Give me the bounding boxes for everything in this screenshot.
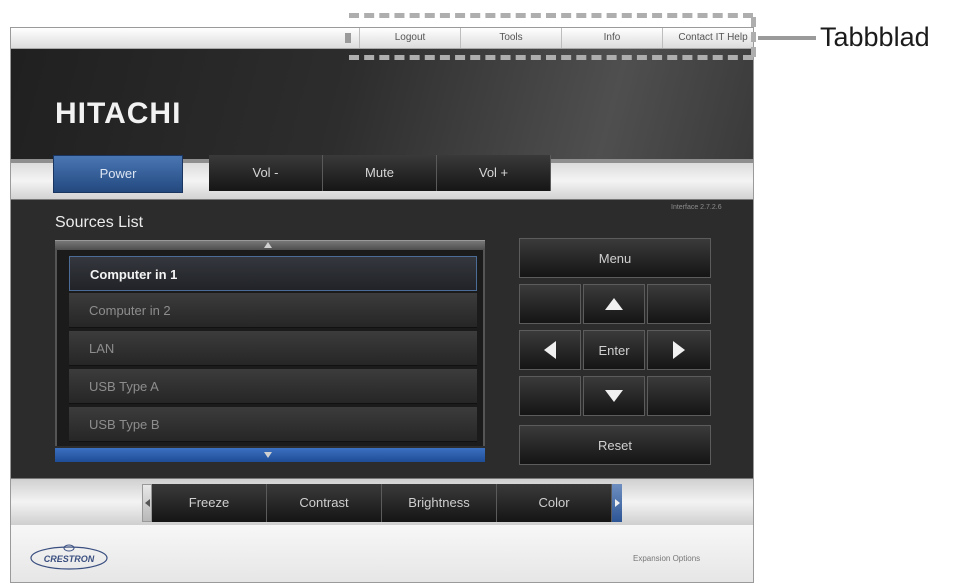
scroll-down-icon xyxy=(264,452,272,458)
enter-button[interactable]: Enter xyxy=(583,330,645,370)
nav-blank-top-right[interactable] xyxy=(647,284,711,324)
crestron-logo-icon: CRESTRON xyxy=(30,544,108,570)
nav-blank-top-left[interactable] xyxy=(519,284,581,324)
arrow-left-icon xyxy=(544,341,556,359)
brightness-button[interactable]: Brightness xyxy=(382,484,497,522)
chevron-right-icon xyxy=(614,499,620,507)
nav-left-button[interactable] xyxy=(519,330,581,370)
mute-button[interactable]: Mute xyxy=(323,155,437,191)
callout-box-top xyxy=(349,13,753,18)
reset-button[interactable]: Reset xyxy=(519,425,711,465)
source-item-lan[interactable]: LAN xyxy=(69,331,477,366)
source-item-computer-in-2[interactable]: Computer in 2 xyxy=(69,293,477,328)
callout-box-right xyxy=(751,17,756,57)
hitachi-logo: HITACHI xyxy=(55,97,182,130)
callout-label: Tabbblad xyxy=(820,22,930,52)
footer: CRESTRON Expansion Options xyxy=(11,525,753,582)
crestron-logo-text: CRESTRON xyxy=(44,554,95,564)
nav-blank-bottom-right[interactable] xyxy=(647,376,711,416)
adjust-scroll-left[interactable] xyxy=(142,484,152,522)
arrow-up-icon xyxy=(605,298,623,310)
source-item-usb-type-b[interactable]: USB Type B xyxy=(69,407,477,442)
tab-info[interactable]: Info xyxy=(561,28,662,48)
contrast-button[interactable]: Contrast xyxy=(267,484,382,522)
adjust-group: Freeze Contrast Brightness Color xyxy=(142,484,622,522)
sources-list-title: Sources List xyxy=(55,214,144,231)
arrow-right-icon xyxy=(673,341,685,359)
nav-down-button[interactable] xyxy=(583,376,645,416)
expansion-options-link[interactable]: Expansion Options xyxy=(633,554,700,563)
control-panel: Logout Tools Info Contact IT Help HITACH… xyxy=(10,27,754,583)
top-tab-bar: Logout Tools Info Contact IT Help xyxy=(11,28,753,49)
scroll-up-icon xyxy=(264,242,272,248)
menu-button[interactable]: Menu xyxy=(519,238,711,278)
color-button[interactable]: Color xyxy=(497,484,612,522)
tab-tools[interactable]: Tools xyxy=(460,28,561,48)
sources-list: Computer in 1 Computer in 2 LAN USB Type… xyxy=(55,250,485,446)
chevron-left-icon xyxy=(144,499,150,507)
volume-down-button[interactable]: Vol - xyxy=(209,155,323,191)
adjust-scroll-right[interactable] xyxy=(612,484,622,522)
tab-logout[interactable]: Logout xyxy=(359,28,460,48)
callout-pointer xyxy=(758,36,816,40)
callout-box-bottom xyxy=(349,55,753,60)
tab-contact-it-help[interactable]: Contact IT Help xyxy=(662,28,753,48)
volume-up-button[interactable]: Vol + xyxy=(437,155,551,191)
source-item-computer-in-1[interactable]: Computer in 1 xyxy=(69,256,477,291)
top-tabs: Logout Tools Info Contact IT Help xyxy=(359,28,753,48)
tab-bar-marker xyxy=(345,33,351,43)
arrow-down-icon xyxy=(605,390,623,402)
source-item-usb-type-a[interactable]: USB Type A xyxy=(69,369,477,404)
nav-right-button[interactable] xyxy=(647,330,711,370)
nav-blank-bottom-left[interactable] xyxy=(519,376,581,416)
nav-up-button[interactable] xyxy=(583,284,645,324)
volume-group: Vol - Mute Vol + xyxy=(209,155,551,191)
interface-version: Interface 2.7.2.6 xyxy=(671,204,722,211)
header-banner: HITACHI xyxy=(11,49,753,159)
power-button[interactable]: Power xyxy=(53,155,183,193)
freeze-button[interactable]: Freeze xyxy=(152,484,267,522)
